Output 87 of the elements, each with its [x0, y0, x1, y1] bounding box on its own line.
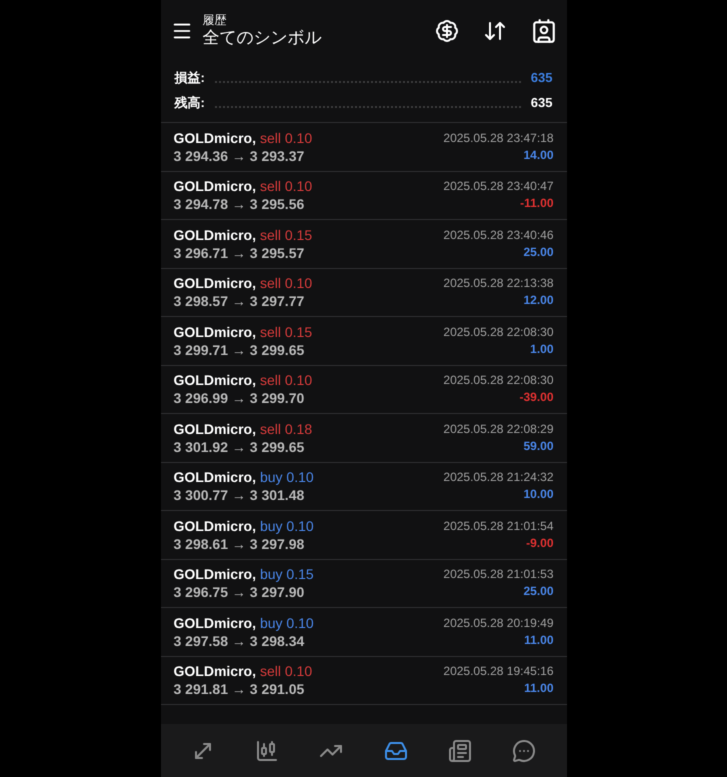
- summary-value: 635: [530, 94, 552, 112]
- deal-row[interactable]: GOLDmicro, buy 0.10 3 297.58 → 3 298.34 2025.05.28 20:19:49 11.00: [160, 608, 566, 656]
- deal-time: 2025.05.28 23:40:47: [443, 178, 554, 196]
- symbol-text: GOLDmicro,: [174, 614, 256, 632]
- deal-side-text: sell 0.10: [260, 274, 312, 292]
- symbol-text: GOLDmicro,: [174, 274, 256, 292]
- deal-side-text: sell 0.15: [260, 322, 312, 341]
- deal-time: 2025.05.28 21:01:53: [443, 566, 554, 584]
- dollar-icon: [434, 19, 458, 43]
- deal-side-text: sell 0.10: [260, 662, 312, 680]
- deal-row[interactable]: GOLDmicro, sell 0.10 3 298.57 → 3 297.77 2025.05.28 22:13:38 12.00: [160, 268, 566, 317]
- summary-label: 損益:: [174, 68, 205, 86]
- deal-row[interactable]: GOLDmicro, buy 0.15 3 296.75 → 3 297.90 2025.05.28 21:01:53 25.00: [160, 560, 566, 608]
- price-text: 3 301.92 → 3 299.65: [174, 438, 306, 456]
- symbol-text: GOLDmicro,: [174, 371, 256, 390]
- deal-side-text: sell 0.10: [260, 371, 312, 390]
- price-text: 3 296.75 → 3 297.90: [174, 583, 306, 602]
- summary-label: 残高:: [174, 94, 205, 112]
- profit-text: 25.00: [523, 244, 554, 261]
- profit-text: 25.00: [523, 583, 554, 600]
- price-text: 3 291.81 → 3 291.05: [174, 680, 306, 698]
- deal-side-text: sell 0.18: [260, 420, 312, 438]
- deal-side-text: buy 0.10: [260, 516, 314, 535]
- deal-time: 2025.05.28 22:08:29: [443, 420, 554, 438]
- sort-button[interactable]: [482, 19, 506, 43]
- deal-time: 2025.05.28 23:47:18: [443, 130, 554, 147]
- screen-subtitle: 履歴: [202, 13, 228, 27]
- symbol-text: GOLDmicro,: [174, 128, 256, 147]
- deal-row[interactable]: GOLDmicro, buy 0.10 3 300.77 → 3 301.48 2025.05.28 21:24:32 10.00: [160, 462, 566, 511]
- calendar-button[interactable]: [530, 18, 556, 44]
- deal-row[interactable]: GOLDmicro, sell 0.15 3 299.71 → 3 299.65 2025.05.28 22:08:30 1.00: [160, 317, 566, 366]
- symbol-text: GOLDmicro,: [174, 177, 256, 196]
- deal-side-text: sell 0.15: [260, 226, 312, 244]
- deal-time: 2025.05.28 21:24:32: [443, 469, 554, 486]
- deal-row[interactable]: GOLDmicro, sell 0.18 3 301.92 → 3 299.65 2025.05.28 22:08:29 59.00: [160, 414, 566, 462]
- symbol-text: GOLDmicro,: [174, 662, 256, 680]
- price-text: 3 297.58 → 3 298.34: [174, 632, 306, 650]
- deal-time: 2025.05.28 22:13:38: [443, 275, 554, 292]
- deal-row[interactable]: GOLDmicro, sell 0.10 3 294.78 → 3 295.56 2025.05.28 23:40:47 -11.00: [160, 172, 566, 220]
- deal-side-text: buy 0.15: [260, 565, 314, 584]
- profit-text: 59.00: [523, 438, 554, 455]
- deal-row[interactable]: GOLDmicro, buy 0.10 3 298.61 → 3 297.98 2025.05.28 21:01:54 -9.00: [160, 511, 566, 560]
- profit-text: 11.00: [524, 632, 554, 649]
- deal-time: 2025.05.28 22:08:30: [443, 324, 554, 341]
- price-text: 3 296.71 → 3 295.57: [174, 244, 306, 262]
- profit-text: -9.00: [526, 534, 554, 552]
- deal-side-text: buy 0.10: [260, 614, 314, 632]
- contact-card-icon: [530, 18, 556, 44]
- profit-text: -39.00: [519, 389, 554, 406]
- profit-text: 11.00: [524, 680, 554, 698]
- symbol-text: GOLDmicro,: [174, 322, 256, 341]
- symbol-text: GOLDmicro,: [174, 420, 256, 438]
- price-text: 3 298.61 → 3 297.98: [174, 534, 306, 553]
- symbol-text: GOLDmicro,: [174, 226, 256, 244]
- summary-value: 635: [530, 68, 552, 86]
- deal-time: 2025.05.28 22:08:30: [443, 372, 554, 390]
- deal-side-text: sell 0.10: [260, 128, 312, 147]
- screen-title: 全てのシンボル: [202, 27, 322, 49]
- price-text: 3 296.99 → 3 299.70: [174, 389, 306, 408]
- profit-text: 1.00: [530, 340, 554, 358]
- deal-time: 2025.05.28 20:19:49: [443, 614, 554, 632]
- deal-row[interactable]: GOLDmicro, sell 0.10 3 294.36 → 3 293.37 2025.05.28 23:47:18 14.00: [160, 123, 566, 172]
- symbol-text: GOLDmicro,: [174, 468, 256, 486]
- profit-text: 10.00: [523, 486, 554, 504]
- profit-text: -11.00: [520, 195, 554, 212]
- deal-time: 2025.05.28 23:40:46: [443, 226, 554, 244]
- sort-icon: [482, 19, 506, 43]
- newspaper-icon: [448, 738, 472, 762]
- price-text: 3 298.57 → 3 297.77: [174, 292, 306, 310]
- deal-time: 2025.05.28 21:01:54: [443, 518, 554, 535]
- price-text: 3 294.36 → 3 293.37: [174, 146, 306, 165]
- candlestick-icon: [254, 738, 279, 762]
- deal-side-text: buy 0.10: [260, 468, 314, 486]
- deal-row[interactable]: GOLDmicro, sell 0.10 3 291.81 → 3 291.05 2025.05.28 19:45:16 11.00: [160, 656, 566, 705]
- symbol-text: GOLDmicro,: [174, 565, 256, 584]
- deal-time: 2025.05.28 19:45:16: [443, 663, 554, 680]
- profit-text: 12.00: [523, 292, 554, 310]
- deal-row[interactable]: GOLDmicro, sell 0.15 3 296.71 → 3 295.57 2025.05.28 23:40:46 25.00: [160, 220, 566, 268]
- profit-text: 14.00: [523, 146, 554, 164]
- deal-row[interactable]: GOLDmicro, sell 0.10 3 296.99 → 3 299.70 2025.05.28 22:08:30 -39.00: [160, 366, 566, 414]
- price-text: 3 294.78 → 3 295.56: [174, 195, 306, 214]
- currency-button[interactable]: [434, 19, 458, 43]
- chat-bubble-icon: [512, 738, 536, 762]
- price-text: 3 299.71 → 3 299.65: [174, 340, 306, 359]
- deal-side-text: sell 0.10: [260, 177, 312, 196]
- symbol-text: GOLDmicro,: [174, 516, 256, 535]
- price-text: 3 300.77 → 3 301.48: [174, 486, 306, 504]
